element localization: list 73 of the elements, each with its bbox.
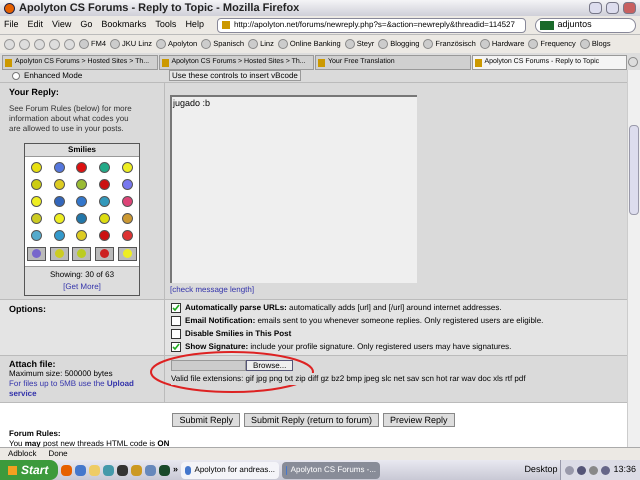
checkbox[interactable] — [171, 303, 181, 313]
max-size-text: Maximum size: 500000 bytes — [9, 369, 114, 379]
desktop-toolbar[interactable]: Desktop — [524, 463, 558, 477]
address-field[interactable]: http://apolyton.net/forums/newreply.php?s=&action=newreply&threadid=114527 — [216, 18, 526, 32]
quick-launch-icon[interactable] — [117, 464, 128, 476]
radio-button[interactable] — [12, 72, 20, 80]
menu-item[interactable]: Go — [80, 18, 92, 32]
bookmark-icon — [344, 39, 355, 49]
bookmark-icon — [156, 39, 166, 49]
option-label: Disable Smilies in This Post — [185, 328, 292, 340]
close-tab-icon[interactable] — [628, 57, 638, 67]
page-icon — [5, 58, 12, 66]
bookmark-icon — [110, 39, 120, 49]
maximize-button[interactable] — [606, 2, 619, 14]
close-button[interactable] — [623, 2, 636, 14]
taskbar-button[interactable]: Apolyton for andreas... — [181, 462, 280, 478]
checkbox[interactable] — [171, 342, 181, 352]
section-heading: Options: — [9, 304, 46, 314]
menu-item[interactable]: Bookmarks — [101, 18, 146, 32]
page-icon — [318, 58, 325, 66]
bookmark-icon — [580, 39, 590, 49]
menu-item[interactable]: Help — [185, 18, 204, 32]
upload-note: For files up to 5MB use the Upload service — [9, 379, 135, 399]
clock: 13:36 — [613, 463, 636, 476]
bookmark-icon — [378, 39, 388, 49]
page-icon — [162, 58, 168, 66]
checkbox[interactable] — [171, 316, 181, 326]
minimize-button[interactable] — [589, 2, 602, 14]
menu-item[interactable]: View — [52, 18, 72, 32]
option-label: Show Signature: include your profile signature. Only registered users may have signatures. — [185, 341, 512, 353]
page-icon — [474, 58, 482, 66]
search-field[interactable]: adjuntos — [534, 18, 636, 32]
quick-launch-icon[interactable] — [159, 464, 170, 476]
section-heading: Forum Rules: — [9, 429, 62, 439]
file-field[interactable] — [171, 360, 246, 371]
panel-title: Smilies — [25, 144, 139, 156]
vertical-scrollbar[interactable] — [627, 70, 640, 447]
start-button[interactable]: Start — [0, 460, 58, 480]
site-icon — [222, 21, 230, 29]
submit-button[interactable]: Submit Reply — [172, 413, 240, 427]
bookmark-icon — [278, 39, 288, 49]
window-title: Apolyton CS Forums - Reply to Topic - Mozilla Firefox — [19, 0, 300, 16]
submit-button[interactable]: Submit Reply (return to forum) — [244, 413, 380, 427]
rules-text: You may post new threads HTML code is ON — [9, 439, 170, 449]
bookmark-icon — [480, 39, 490, 49]
bookmark-icon — [248, 39, 258, 49]
smilies-count: Showing: 30 of 63 — [50, 268, 114, 280]
menu-item[interactable]: Tools — [155, 18, 176, 32]
submit-button[interactable]: Preview Reply — [383, 413, 455, 427]
option-label: Automatically parse URLs: automatically adds [url] and [/url] around internet addresses. — [185, 302, 502, 314]
bookmark-icon — [201, 39, 212, 49]
mode-label: Enhanced Mode — [24, 70, 82, 82]
bookmark-icon — [423, 39, 434, 49]
status-text: Done — [48, 448, 68, 460]
more-icon[interactable]: » — [173, 463, 178, 477]
help-text: See Forum Rules (below) for more information about what codes you are allowed to use in your posts. — [9, 104, 133, 134]
section-heading: Attach file: — [9, 359, 57, 369]
menu-item[interactable]: Edit — [28, 18, 44, 32]
adblock-label[interactable]: Adblock — [8, 448, 36, 460]
extensions-text: Valid file extensions: gif jpg png txt zip diff gz bz2 bmp jpeg slc net sav scn hot rar wav doc xls rtf pdf — [171, 373, 526, 385]
browse-button[interactable]: Browse... — [246, 360, 294, 371]
check-length-link[interactable]: [check message length] — [170, 284, 254, 296]
bookmark-icon — [79, 39, 89, 49]
section-heading: Your Reply: — [9, 86, 60, 99]
search-engine-icon — [540, 20, 554, 30]
checkbox[interactable] — [171, 329, 181, 339]
scroll-thumb[interactable] — [629, 125, 639, 215]
option-label: Email Notification: emails sent to you whenever someone replies. Only registered users are eligible. — [185, 315, 544, 327]
bookmark-icon — [528, 39, 538, 49]
message-textarea[interactable]: jugado :b — [170, 95, 417, 283]
menu-item[interactable]: File — [4, 18, 19, 32]
get-more-link[interactable]: [Get More] — [63, 280, 101, 292]
hint-text: Use these controls to insert vBcode — [169, 70, 301, 81]
